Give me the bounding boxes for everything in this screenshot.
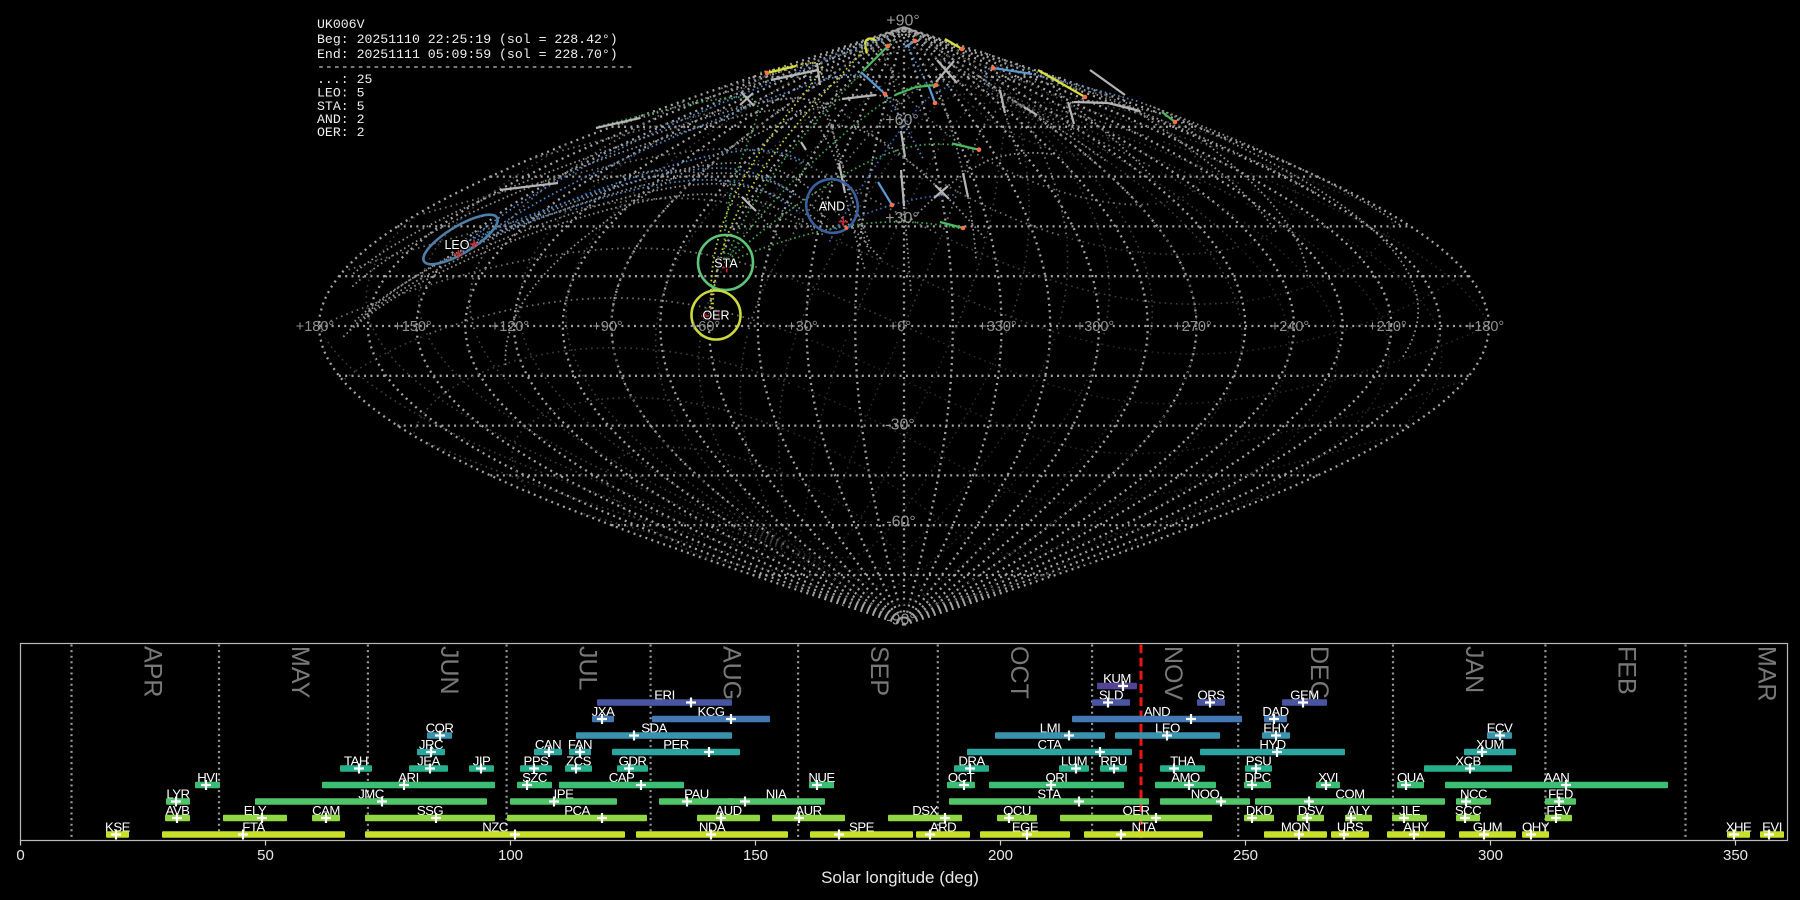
- svg-text:+300°: +300°: [1076, 319, 1114, 335]
- svg-text:Solar longitude (deg): Solar longitude (deg): [821, 868, 979, 887]
- svg-text:APR: APR: [139, 646, 167, 697]
- svg-text:LEO: LEO: [444, 238, 469, 252]
- svg-text:+240°: +240°: [1271, 319, 1309, 335]
- svg-text:OCT: OCT: [1005, 646, 1033, 699]
- svg-text:150: 150: [743, 847, 768, 864]
- svg-text:50: 50: [257, 847, 274, 864]
- svg-text:AUG: AUG: [718, 646, 746, 700]
- svg-text:350: 350: [1723, 847, 1748, 864]
- svg-text:JUN: JUN: [435, 646, 463, 695]
- svg-text:+210°: +210°: [1368, 319, 1406, 335]
- svg-text:300: 300: [1478, 847, 1503, 864]
- svg-text:+150°: +150°: [393, 319, 431, 335]
- svg-text:100: 100: [498, 847, 523, 864]
- svg-text:OER: OER: [702, 309, 729, 323]
- svg-text:JAN: JAN: [1460, 646, 1488, 693]
- svg-text:-90°: -90°: [886, 612, 916, 629]
- svg-text:UK006V: UK006V: [317, 17, 365, 32]
- svg-text:250: 250: [1233, 847, 1258, 864]
- svg-text:+270°: +270°: [1173, 319, 1211, 335]
- svg-text:FEB: FEB: [1612, 646, 1640, 695]
- svg-text:+90°: +90°: [592, 319, 622, 335]
- svg-text:STA: STA: [714, 257, 738, 271]
- svg-text:-30°: -30°: [885, 417, 915, 434]
- svg-text:+30°: +30°: [885, 210, 919, 227]
- svg-text:+120°: +120°: [491, 319, 529, 335]
- svg-text:OER: 2: OER: 2: [317, 125, 364, 140]
- svg-text:SEP: SEP: [865, 646, 893, 696]
- svg-text:+330°: +330°: [978, 319, 1016, 335]
- svg-text:+0°: +0°: [889, 319, 911, 335]
- svg-text:200: 200: [988, 847, 1013, 864]
- svg-text:+90°: +90°: [886, 13, 920, 30]
- svg-text:+30°: +30°: [787, 319, 817, 335]
- svg-text:MAY: MAY: [286, 646, 314, 699]
- svg-text:+60°: +60°: [885, 112, 919, 129]
- svg-text:JUL: JUL: [574, 646, 602, 691]
- svg-text:-60°: -60°: [886, 514, 916, 531]
- svg-text:+180°: +180°: [1466, 319, 1504, 335]
- svg-text:NOV: NOV: [1159, 646, 1187, 701]
- svg-text:0: 0: [16, 847, 24, 864]
- svg-text:AND: AND: [819, 200, 845, 214]
- svg-text:Beg: 20251110 22:25:19 (sol =: Beg: 20251110 22:25:19 (sol = 228.42°): [317, 32, 618, 47]
- svg-text:MAR: MAR: [1753, 646, 1781, 702]
- svg-text:+180°: +180°: [296, 319, 334, 335]
